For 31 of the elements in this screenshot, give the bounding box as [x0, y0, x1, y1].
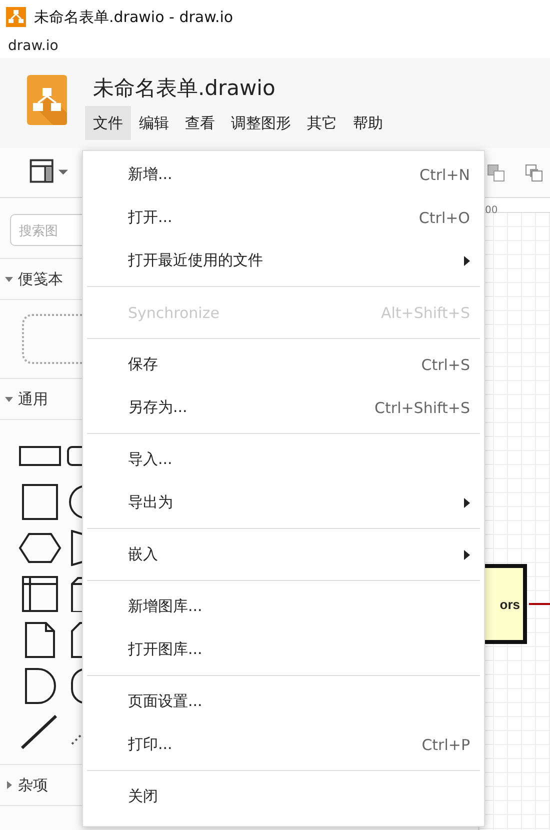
hexagon-icon[interactable]: [18, 530, 62, 566]
app-logo-icon: [6, 7, 26, 27]
menu-tab[interactable]: 文件: [85, 106, 131, 140]
menu-tab[interactable]: 编辑: [131, 106, 177, 140]
ruler-label: 00: [485, 205, 498, 216]
menu-item[interactable]: 打印... Ctrl+P: [83, 723, 484, 766]
menu-item[interactable]: 保存 Ctrl+S: [83, 343, 484, 386]
caret-icon[interactable]: [4, 780, 14, 790]
document-title[interactable]: 未命名表单.drawio: [93, 70, 391, 106]
menu-item[interactable]: 页面设置...: [83, 680, 484, 723]
section-title[interactable]: 通用: [18, 390, 48, 408]
menu-tab[interactable]: 查看: [177, 106, 223, 140]
caret-icon[interactable]: [4, 394, 14, 404]
to-back-icon[interactable]: [486, 162, 506, 182]
menu-item[interactable]: 导出为: [83, 481, 484, 524]
to-front-icon[interactable]: [524, 162, 544, 182]
menu-item[interactable]: 导入...: [83, 438, 484, 481]
app-logo-icon: [27, 75, 67, 125]
menu-item[interactable]: 打开最近使用的文件: [83, 239, 484, 282]
app-menu-item[interactable]: draw.io: [8, 38, 58, 54]
window-title: 未命名表单.drawio - draw.io: [34, 8, 234, 26]
menu-tab[interactable]: 帮助: [345, 106, 391, 140]
section-title[interactable]: 便笺本: [18, 270, 63, 288]
menu-item[interactable]: 另存为... Ctrl+Shift+S: [83, 386, 484, 429]
menu-tab[interactable]: 其它: [299, 106, 345, 140]
menu-item[interactable]: 新增... Ctrl+N: [83, 153, 484, 196]
menu-tab[interactable]: 调整图形: [223, 106, 299, 140]
menu-item[interactable]: 关闭: [83, 775, 484, 818]
section-title[interactable]: 杂项: [18, 776, 48, 794]
caret-icon[interactable]: [4, 274, 14, 284]
menu-item[interactable]: 打开... Ctrl+O: [83, 196, 484, 239]
